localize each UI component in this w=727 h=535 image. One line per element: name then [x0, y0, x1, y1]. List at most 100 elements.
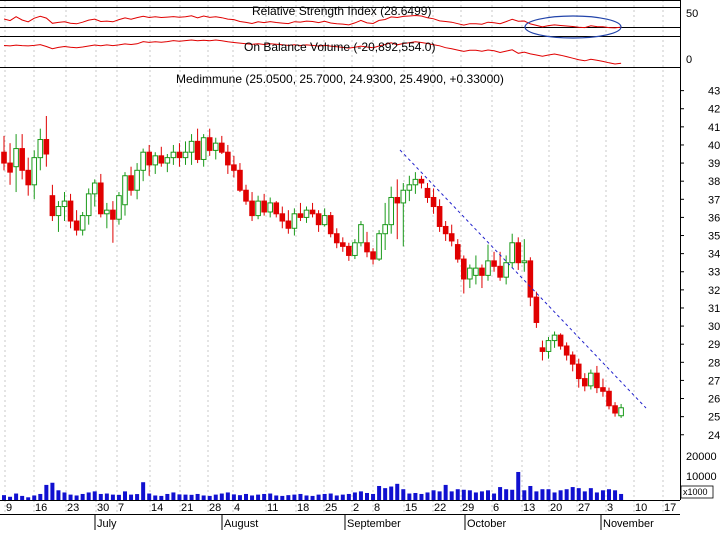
volume-bar	[14, 493, 19, 500]
candle-body	[582, 378, 588, 387]
volume-bar	[449, 491, 454, 500]
volume-bar	[92, 491, 97, 500]
candle-body	[539, 347, 546, 352]
price-tick-label: 32	[708, 285, 720, 297]
candle-body	[569, 354, 576, 365]
candle-body	[491, 260, 497, 267]
x-day-label: 21	[181, 502, 193, 514]
x-day-label: 18	[297, 502, 309, 514]
candle-body	[563, 345, 570, 356]
volume-bar	[153, 495, 158, 500]
price-tick-label: 26	[708, 394, 720, 406]
volume-bar	[437, 491, 442, 500]
volume-bar	[316, 494, 321, 500]
candle-body	[73, 220, 80, 231]
volume-bar	[352, 492, 357, 500]
candle-body	[152, 155, 159, 166]
volume-bar	[135, 494, 140, 500]
x-day-label: 10	[635, 502, 647, 514]
candle-body	[467, 267, 473, 280]
candle-body	[442, 225, 449, 235]
candle-body	[122, 175, 128, 206]
candle-body	[249, 200, 255, 217]
volume-bar	[213, 494, 218, 500]
candle-body	[285, 220, 292, 229]
volume-bar	[44, 484, 49, 500]
volume-bar	[237, 495, 242, 500]
volume-bar	[86, 492, 91, 500]
volume-bar	[165, 493, 170, 500]
volume-bars	[2, 471, 624, 500]
volume-bar	[401, 489, 406, 500]
candle-body	[618, 407, 624, 417]
x-month-label: August	[224, 518, 258, 530]
volume-bar	[189, 494, 194, 500]
x-day-label: 2	[353, 502, 359, 514]
candle-body	[327, 215, 334, 235]
candle-body	[7, 162, 13, 173]
volume-bar	[207, 495, 212, 500]
price-tick-label: 41	[708, 122, 720, 134]
volume-bar	[570, 487, 575, 500]
volume-bar	[171, 492, 176, 500]
price-tick-label: 24	[708, 430, 720, 442]
volume-bar	[219, 493, 224, 500]
rsi-panel: Relative Strength Index (28.6499) 50	[0, 4, 698, 39]
volume-bar	[328, 493, 333, 500]
x-day-label: 9	[6, 502, 12, 514]
volume-bar	[177, 494, 182, 500]
candle-body	[575, 363, 582, 380]
volume-bar	[594, 492, 599, 500]
candle-body	[188, 140, 195, 153]
volume-bar	[479, 491, 484, 500]
volume-bar	[510, 489, 515, 500]
volume-bar	[225, 492, 230, 500]
volume-bar	[365, 492, 369, 500]
candle-body	[164, 157, 171, 164]
candle-body	[291, 213, 298, 229]
volume-bar	[298, 493, 303, 500]
obv-panel: On Balance Volume (-20,892,554.0) 0	[3, 39, 692, 66]
volume-bar	[304, 495, 309, 500]
candle-body	[49, 195, 56, 217]
price-tick-label: 29	[708, 339, 720, 351]
candle-body	[79, 215, 86, 231]
x-day-label: 4	[234, 502, 240, 514]
x-day-label: 13	[523, 502, 535, 514]
volume-bar	[461, 489, 466, 500]
candle-body	[104, 209, 110, 215]
candle-body	[128, 175, 134, 191]
candle-body	[279, 213, 286, 222]
volume-bar	[443, 484, 448, 500]
volume-bar	[389, 486, 394, 500]
candle-body	[430, 196, 437, 208]
price-tick-label: 36	[708, 212, 720, 224]
candle-body	[212, 142, 219, 151]
candle-body	[315, 213, 322, 226]
downtrend-line	[399, 149, 647, 409]
volume-bar	[80, 493, 85, 500]
candle-body	[255, 200, 261, 217]
volume-bar	[280, 495, 285, 500]
candle-body	[225, 151, 231, 166]
chart-svg: Relative Strength Index (28.6499) 50 On …	[0, 0, 720, 530]
candle-body	[273, 202, 280, 215]
price-tick-label: 27	[708, 375, 720, 387]
candle-body	[545, 340, 552, 352]
x-day-label: 17	[664, 502, 676, 514]
candle-body	[515, 242, 522, 264]
candle-body	[600, 387, 606, 392]
candle-body	[261, 200, 267, 213]
candle-body	[309, 209, 316, 215]
candle-body	[418, 178, 425, 184]
candle-body	[340, 242, 346, 247]
x-day-label: 8	[374, 502, 380, 514]
volume-bar	[383, 488, 388, 500]
volume-bar	[619, 493, 624, 500]
candle-body	[376, 233, 382, 260]
candle-body	[527, 260, 534, 298]
rsi-title: Relative Strength Index (28.6499)	[252, 4, 431, 18]
volume-bar	[377, 485, 382, 500]
candle-body	[206, 137, 213, 151]
candle-body	[13, 148, 19, 168]
